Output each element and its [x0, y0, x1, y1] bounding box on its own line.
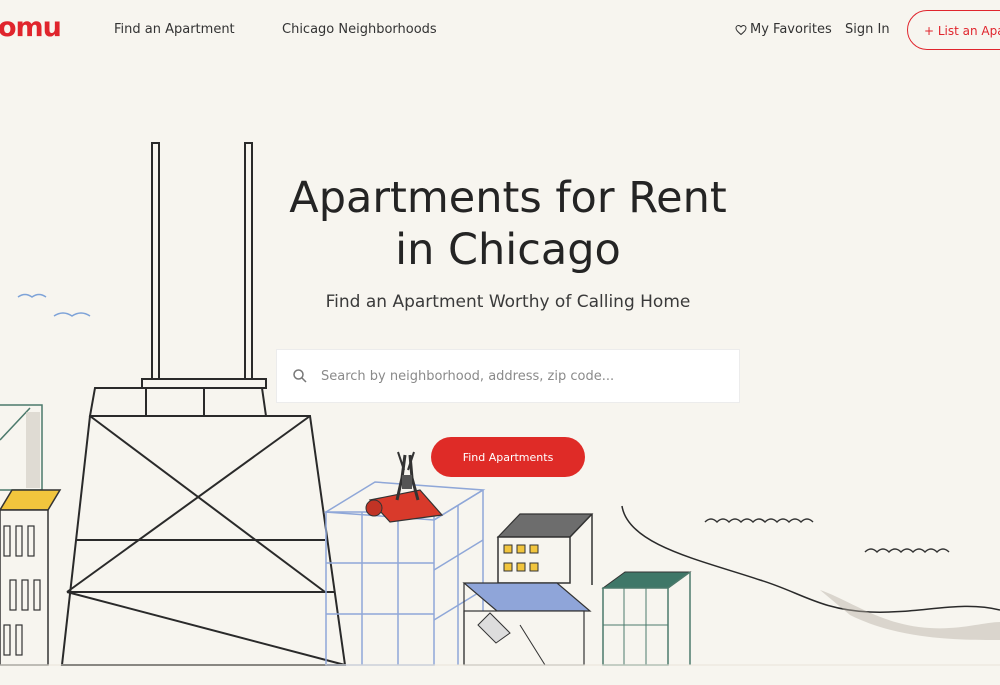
hancock-tower	[60, 378, 347, 666]
waves	[704, 518, 950, 554]
teal-roof-building	[601, 571, 692, 666]
site-logo[interactable]: omu	[0, 12, 62, 43]
hero-subtitle: Find an Apartment Worthy of Calling Home	[325, 292, 691, 312]
yoga-figure	[365, 451, 444, 523]
nav-find-apartment[interactable]: Find an Apartment	[114, 22, 235, 37]
search-bar	[276, 349, 740, 403]
heart-icon	[735, 24, 747, 35]
title-line-2: in Chicago	[395, 225, 621, 275]
nav-chicago-neighborhoods[interactable]: Chicago Neighborhoods	[282, 22, 437, 37]
list-apartment-button[interactable]: + List an Apartment	[907, 10, 1000, 50]
blue-roof-building	[462, 582, 592, 666]
page-title: Apartments for Rent in Chicago	[200, 172, 816, 276]
top-navigation: omu Find an Apartment Chicago Neighborho…	[0, 0, 1000, 62]
search-input[interactable]	[319, 367, 723, 385]
chicago-skyline-illustration	[0, 142, 1000, 666]
lake-shoreline	[621, 505, 1000, 613]
nav-my-favorites[interactable]: My Favorites	[735, 22, 832, 37]
title-line-1: Apartments for Rent	[289, 173, 727, 223]
window-building	[496, 513, 594, 585]
search-icon	[293, 369, 307, 383]
nav-sign-in[interactable]: Sign In	[845, 22, 890, 37]
birds-illustration	[17, 293, 91, 317]
find-apartments-button[interactable]: Find Apartments	[431, 437, 585, 477]
favorites-label: My Favorites	[750, 22, 832, 37]
yellow-roof-building	[0, 489, 62, 666]
